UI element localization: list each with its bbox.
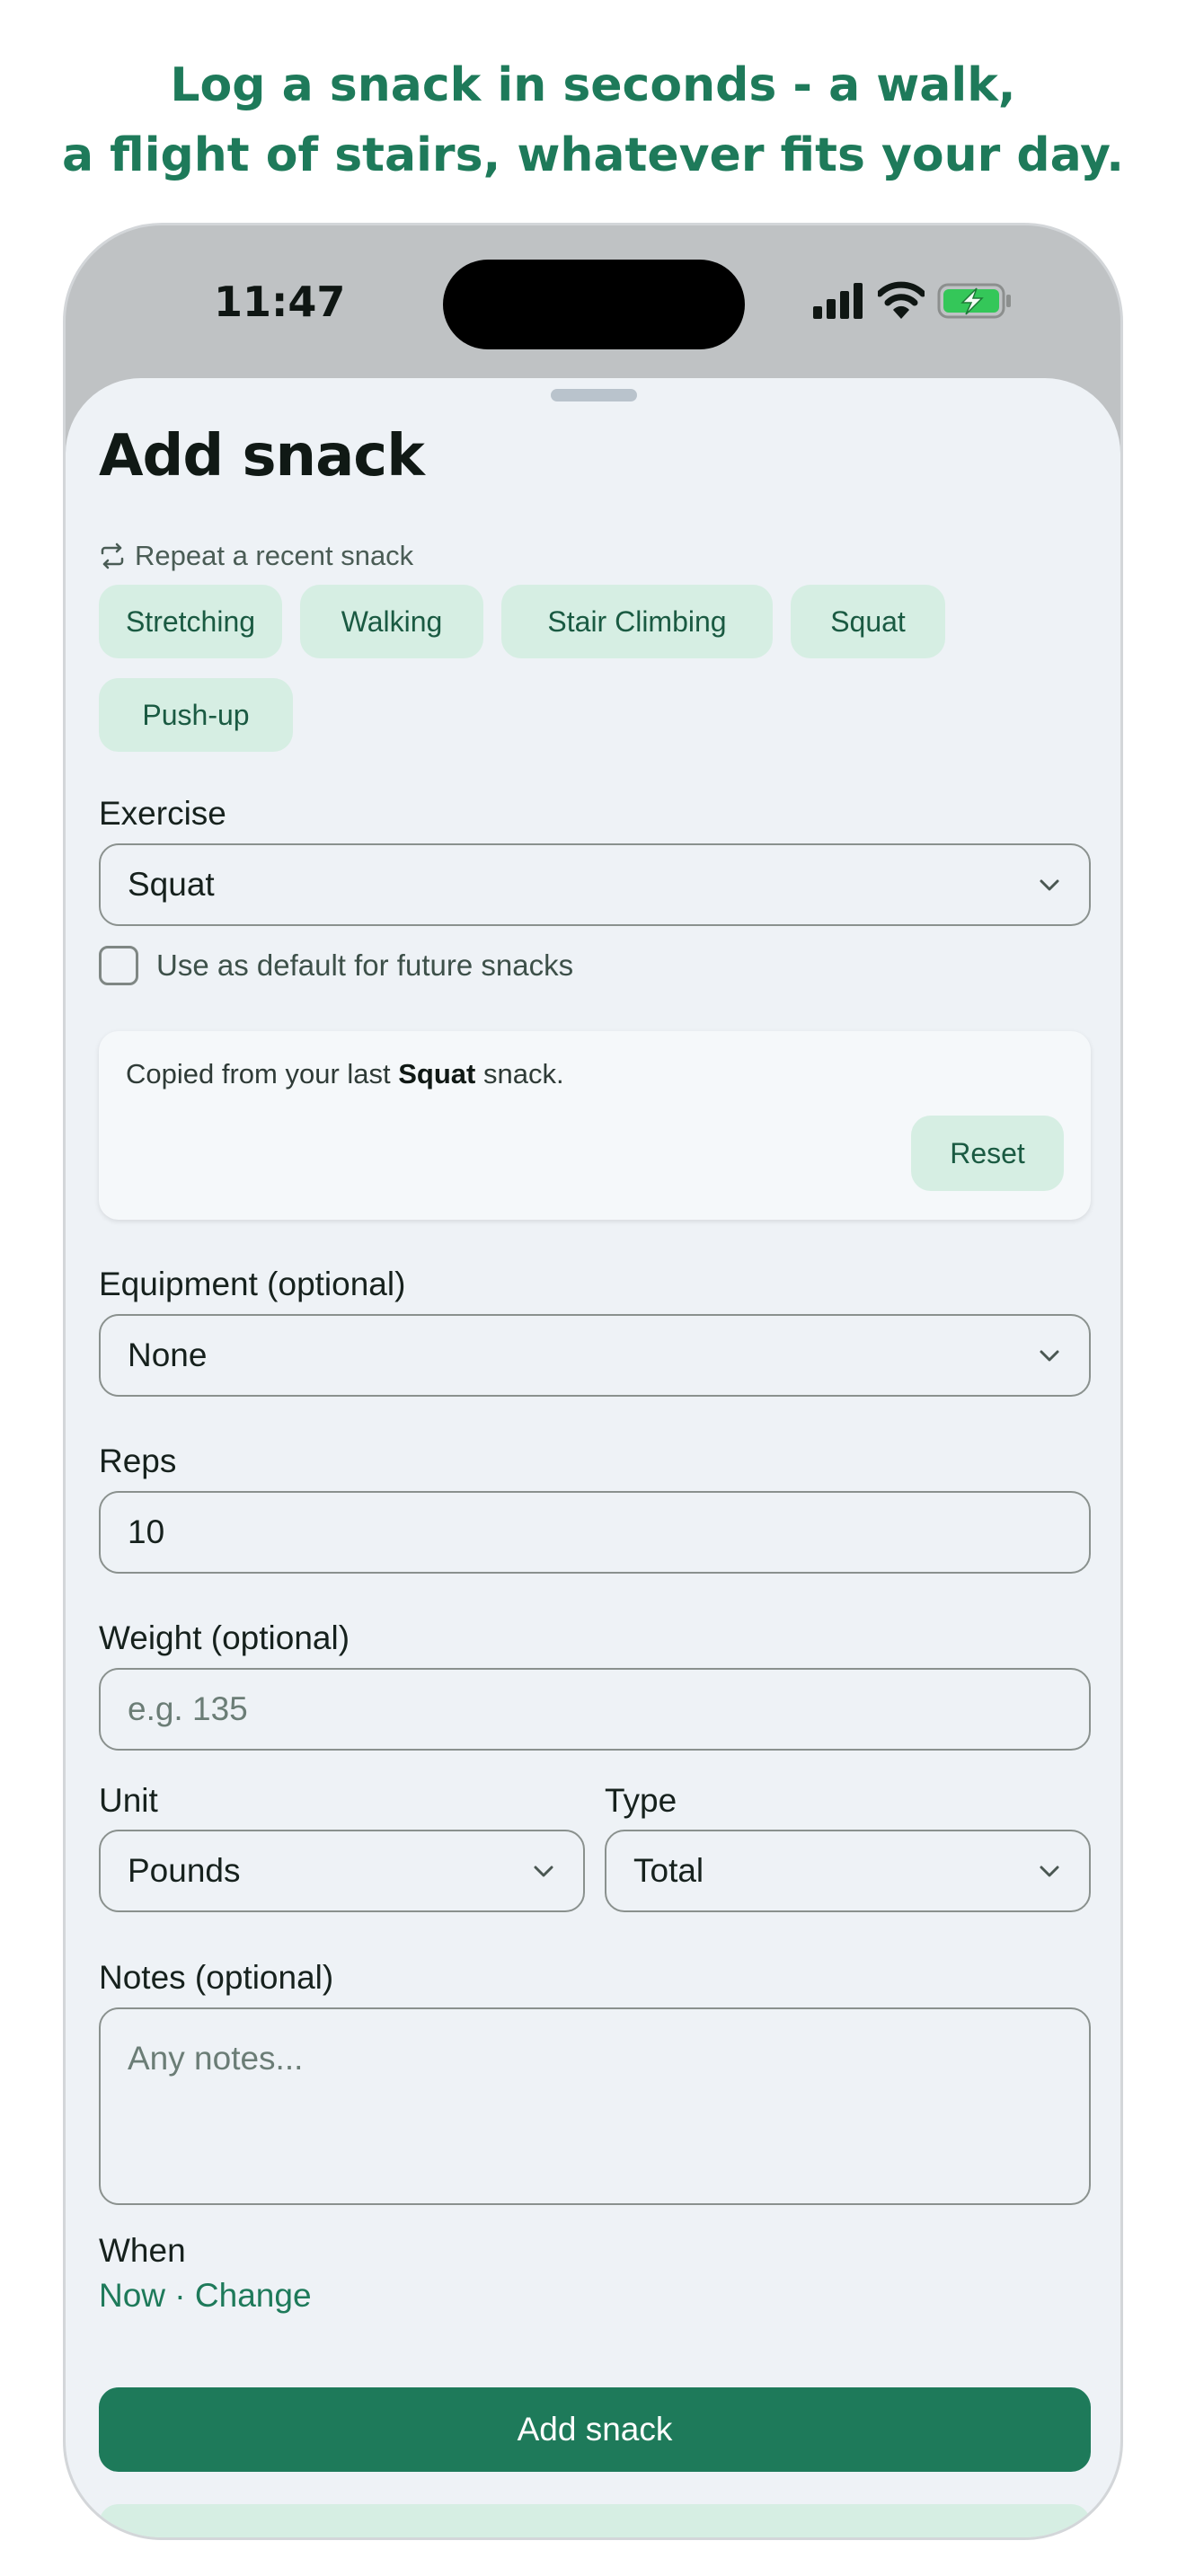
unit-select-value: Pounds xyxy=(128,1852,241,1889)
reps-input[interactable]: 10 xyxy=(99,1491,1091,1574)
status-time: 11:47 xyxy=(214,278,346,326)
add-snack-button[interactable]: Add snack xyxy=(99,2387,1091,2472)
copied-prefix: Copied from your last xyxy=(126,1058,399,1090)
chevron-down-icon xyxy=(1040,1350,1059,1362)
chevron-down-icon xyxy=(534,1866,553,1877)
equipment-label: Equipment (optional) xyxy=(99,1266,406,1302)
weight-input-placeholder: e.g. 135 xyxy=(128,1690,248,1727)
battery-charging-icon xyxy=(937,283,1011,319)
headline-line-1: Log a snack in seconds - a walk, xyxy=(170,58,1016,112)
cellular-signal-icon xyxy=(813,283,863,319)
default-exercise-label: Use as default for future snacks xyxy=(156,948,574,982)
type-select[interactable]: Total xyxy=(605,1830,1091,1912)
wifi-icon xyxy=(878,281,925,319)
weight-input[interactable]: e.g. 135 xyxy=(99,1668,1091,1751)
exercise-select-value: Squat xyxy=(128,866,215,903)
type-label: Type xyxy=(605,1782,677,1819)
recent-snack-label-text: Repeat a recent snack xyxy=(135,540,414,571)
reps-input-value: 10 xyxy=(128,1513,165,1550)
sheet-title: Add snack xyxy=(99,423,425,490)
secondary-button-peek[interactable] xyxy=(99,2504,1091,2537)
copied-exercise-name: Squat xyxy=(398,1058,476,1090)
reps-label: Reps xyxy=(99,1442,177,1479)
notes-label: Notes (optional) xyxy=(99,1959,334,1996)
exercise-label: Exercise xyxy=(99,795,226,832)
when-value: Now xyxy=(99,2277,166,2314)
equipment-select-value: None xyxy=(128,1337,208,1373)
when-separator: · xyxy=(165,2277,195,2314)
chip-walking[interactable]: Walking xyxy=(300,585,483,658)
marketing-headline: Log a snack in seconds - a walk, a fligh… xyxy=(0,50,1186,190)
default-exercise-checkbox[interactable] xyxy=(99,946,138,985)
change-link[interactable]: Change xyxy=(195,2277,312,2314)
chevron-down-icon xyxy=(1040,1866,1059,1877)
unit-select[interactable]: Pounds xyxy=(99,1830,585,1912)
chip-stair-climbing[interactable]: Stair Climbing xyxy=(501,585,773,658)
dynamic-island xyxy=(443,260,745,349)
notes-textarea[interactable]: Any notes... xyxy=(99,2007,1091,2205)
reset-button[interactable]: Reset xyxy=(911,1116,1064,1191)
when-label: When xyxy=(99,2232,186,2269)
chip-stretching[interactable]: Stretching xyxy=(99,585,282,658)
sheet-grabber[interactable] xyxy=(551,389,637,401)
add-snack-sheet: Add snack Repeat a recent snack Stretchi… xyxy=(66,378,1120,2537)
phone-frame: 11:47 Add snack Repeat a recent snack St… xyxy=(63,223,1123,2540)
repeat-icon xyxy=(101,543,124,569)
default-exercise-option: Use as default for future snacks xyxy=(99,946,573,985)
exercise-select[interactable]: Squat xyxy=(99,843,1091,926)
weight-label: Weight (optional) xyxy=(99,1619,350,1656)
recent-snack-label: Repeat a recent snack xyxy=(99,538,413,574)
chevron-down-icon xyxy=(1040,879,1059,891)
notes-placeholder: Any notes... xyxy=(128,2040,304,2077)
when-change-link[interactable]: Now · Change xyxy=(99,2277,312,2315)
type-select-value: Total xyxy=(633,1852,704,1889)
headline-line-2: a flight of stairs, whatever fits your d… xyxy=(61,128,1124,182)
equipment-select[interactable]: None xyxy=(99,1314,1091,1397)
chip-push-up[interactable]: Push-up xyxy=(99,678,293,752)
copied-suffix: snack. xyxy=(475,1058,564,1090)
copied-from-last-text: Copied from your last Squat snack. xyxy=(126,1058,564,1090)
copied-from-last-card: Copied from your last Squat snack. Reset xyxy=(99,1031,1091,1220)
unit-label: Unit xyxy=(99,1782,158,1819)
chip-squat[interactable]: Squat xyxy=(791,585,945,658)
